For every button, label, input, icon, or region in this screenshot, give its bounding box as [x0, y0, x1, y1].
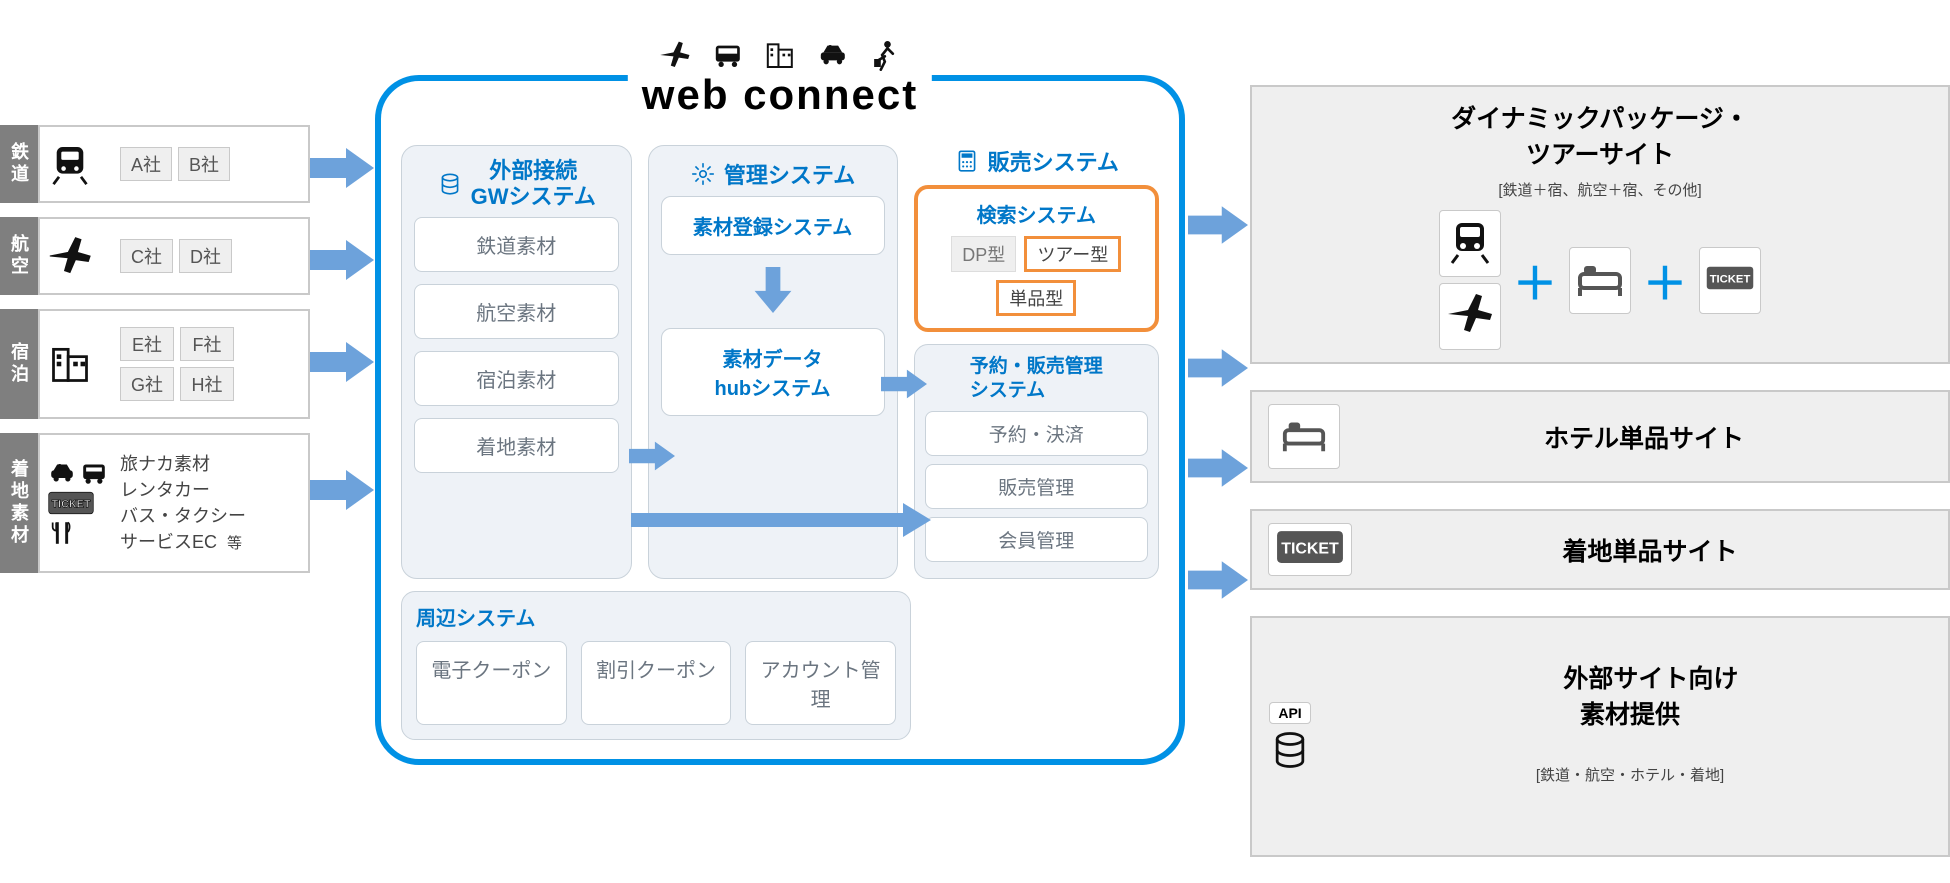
ticket-icon [48, 491, 94, 515]
plus-icon: ＋ [1643, 248, 1687, 312]
tab-stay: 宿泊 [0, 309, 38, 419]
fork-icon [48, 519, 76, 547]
arrow-in-stay [310, 342, 374, 387]
company-b: B社 [178, 147, 230, 181]
company-c: C社 [120, 239, 173, 273]
gear-icon [690, 161, 716, 187]
gw-item-stay: 宿泊素材 [414, 351, 619, 406]
tab-rail: 鉄道 [0, 125, 38, 203]
gw-item-land: 着地素材 [414, 418, 619, 473]
bed-icon [1268, 404, 1340, 469]
tab-air: 航空 [0, 217, 38, 295]
out-api-title: 外部サイト向け 素材提供 [鉄道・航空・ホテル・着地] [1328, 630, 1932, 843]
reserve-item-sales: 販売管理 [925, 464, 1148, 509]
mgmt-title: 管理システム [661, 158, 885, 190]
plane-icon [654, 39, 696, 71]
sales-column: 販売システム 検索システム DP型 ツアー型 単品型 予約・販売管理 システム … [914, 145, 1159, 579]
company-f: F社 [180, 327, 234, 361]
land-text: 旅ナカ素材 レンタカー バス・タクシー サービスEC 等 [120, 451, 246, 555]
brand-text: web connect [642, 71, 918, 119]
out-api-sub: [鉄道・航空・ホテル・着地] [1328, 764, 1932, 785]
bus-icon [80, 459, 108, 487]
arrow-out-dp [1188, 205, 1248, 250]
car-icon [811, 39, 853, 71]
source-land: 着地素材 旅ナカ素材 レンタカー バス・タクシー サービスEC 等 [0, 433, 310, 573]
reserve-item-member: 会員管理 [925, 517, 1148, 562]
database-icon [1268, 728, 1312, 772]
out-hotel: ホテル単品サイト [1250, 390, 1950, 483]
hub-system: 素材データ hubシステム [661, 328, 885, 416]
sales-title: 販売システム [914, 145, 1159, 177]
sources-column: 鉄道 A社 B社 航空 C社 D社 宿泊 E社 F社 G社 [0, 125, 310, 587]
arrow-in-air [310, 240, 374, 285]
plane-icon [48, 234, 114, 278]
company-h: H社 [180, 367, 234, 401]
arrow-out-api [1188, 560, 1248, 605]
chip-single: 単品型 [996, 280, 1076, 316]
arrow-land-to-reserve [631, 503, 931, 542]
out-land: 着地単品サイト [1250, 509, 1950, 590]
plus-icon: ＋ [1513, 248, 1557, 312]
api-badge: API [1269, 702, 1310, 724]
arrow-in-land [310, 470, 374, 515]
train-icon [1439, 210, 1501, 277]
company-g: G社 [120, 367, 174, 401]
out-hotel-title: ホテル単品サイト [1356, 419, 1932, 455]
out-dp: ダイナミックパッケージ・ ツアーサイト [鉄道＋宿、航空＋宿、その他] ＋ ＋ [1250, 85, 1950, 364]
hotel-icon [759, 39, 801, 71]
plane-icon [1439, 283, 1501, 350]
company-d: D社 [179, 239, 232, 273]
search-system: 検索システム DP型 ツアー型 単品型 [914, 185, 1159, 332]
chip-tour: ツアー型 [1024, 236, 1121, 272]
chip-dp: DP型 [951, 236, 1016, 272]
outputs-column: ダイナミックパッケージ・ ツアーサイト [鉄道＋宿、航空＋宿、その他] ＋ ＋ … [1250, 85, 1950, 883]
arrow-out-land [1188, 448, 1248, 493]
periph-account: アカウント管理 [745, 641, 896, 725]
company-e: E社 [120, 327, 174, 361]
gw-title: 外部接続 GWシステム [414, 158, 619, 211]
calculator-icon [954, 148, 980, 174]
search-title: 検索システム [926, 199, 1147, 228]
source-air: 航空 C社 D社 [0, 217, 310, 295]
reserve-title: 予約・販売管理 システム [925, 355, 1148, 403]
gw-item-air: 航空素材 [414, 284, 619, 339]
out-dp-sub: [鉄道＋宿、航空＋宿、その他] [1268, 179, 1932, 200]
out-land-title: 着地単品サイト [1368, 532, 1932, 568]
ticket-icon [1268, 523, 1352, 576]
arrow-hub-to-search [881, 367, 927, 406]
gw-item-rail: 鉄道素材 [414, 217, 619, 272]
arrow-out-hotel [1188, 348, 1248, 393]
gw-panel: 外部接続 GWシステム 鉄道素材 航空素材 宿泊素材 着地素材 [401, 145, 632, 579]
source-stay: 宿泊 E社 F社 G社 H社 [0, 309, 310, 419]
ticket-icon [1699, 247, 1761, 314]
database-icon [437, 171, 463, 197]
train-icon [48, 142, 114, 186]
company-a: A社 [120, 147, 172, 181]
periph-coupon: 電子クーポン [416, 641, 567, 725]
tab-land: 着地素材 [0, 433, 38, 573]
arrow-in-rail [310, 148, 374, 193]
reserve-item-pay: 予約・決済 [925, 411, 1148, 456]
peripheral-panel: 周辺システム 電子クーポン 割引クーポン アカウント管理 [401, 591, 911, 740]
car-icon [48, 459, 76, 487]
periph-discount: 割引クーポン [581, 641, 732, 725]
walker-icon [864, 39, 906, 71]
source-rail: 鉄道 A社 B社 [0, 125, 310, 203]
webconnect-frame: web connect 外部接続 GWシステム 鉄道素材 航空素材 宿泊素材 着… [375, 75, 1185, 765]
logo-icons-row [642, 39, 918, 71]
out-api: API 外部サイト向け 素材提供 [鉄道・航空・ホテル・着地] [1250, 616, 1950, 857]
arrow-down-icon [753, 267, 793, 318]
register-system: 素材登録システム [661, 196, 885, 255]
out-dp-title: ダイナミックパッケージ・ ツアーサイト [1268, 99, 1932, 171]
arrow-gw-to-hub [629, 439, 675, 478]
periph-title: 周辺システム [416, 602, 896, 631]
reserve-system: 予約・販売管理 システム 予約・決済 販売管理 会員管理 [914, 344, 1159, 579]
bus-icon [707, 39, 749, 71]
bed-icon [1569, 247, 1631, 314]
hotel-icon [48, 342, 114, 386]
land-icons [48, 459, 114, 547]
logo-block: web connect [628, 39, 932, 119]
